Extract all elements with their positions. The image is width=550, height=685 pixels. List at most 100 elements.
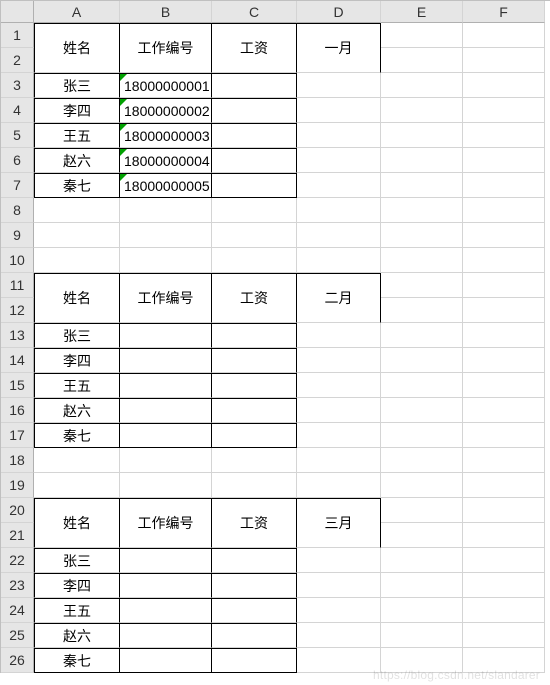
cell-D19[interactable] — [297, 473, 381, 498]
cell-E25[interactable] — [381, 623, 463, 648]
cell-F24[interactable] — [463, 598, 545, 623]
row-header-8[interactable]: 8 — [1, 198, 34, 223]
cell-A1[interactable]: 姓名 — [34, 23, 120, 73]
cell-F13[interactable] — [463, 323, 545, 348]
cell-C23[interactable] — [212, 573, 297, 598]
cell-A19[interactable] — [34, 473, 120, 498]
row-header-19[interactable]: 19 — [1, 473, 34, 498]
cell-F18[interactable] — [463, 448, 545, 473]
cell-D17[interactable] — [297, 423, 381, 448]
cell-C1[interactable]: 工资 — [212, 23, 297, 73]
cell-B19[interactable] — [120, 473, 212, 498]
cell-C11[interactable]: 工资 — [212, 273, 297, 323]
cell-D6[interactable] — [297, 148, 381, 173]
cell-F22[interactable] — [463, 548, 545, 573]
cell-F19[interactable] — [463, 473, 545, 498]
cell-C20[interactable]: 工资 — [212, 498, 297, 548]
cell-E11[interactable] — [381, 273, 463, 298]
cell-C19[interactable] — [212, 473, 297, 498]
cell-D20[interactable]: 三月 — [297, 498, 381, 548]
cell-B14[interactable] — [120, 348, 212, 373]
row-header-16[interactable]: 16 — [1, 398, 34, 423]
cell-F25[interactable] — [463, 623, 545, 648]
col-header-D[interactable]: D — [297, 1, 381, 23]
row-header-17[interactable]: 17 — [1, 423, 34, 448]
cell-D23[interactable] — [297, 573, 381, 598]
cell-F10[interactable] — [463, 248, 545, 273]
cell-E8[interactable] — [381, 198, 463, 223]
cell-D4[interactable] — [297, 98, 381, 123]
cell-C8[interactable] — [212, 198, 297, 223]
cell-C14[interactable] — [212, 348, 297, 373]
cell-D1[interactable]: 一月 — [297, 23, 381, 73]
cell-F2[interactable] — [463, 48, 545, 73]
cell-F21[interactable] — [463, 523, 545, 548]
cell-E14[interactable] — [381, 348, 463, 373]
spreadsheet-grid[interactable]: A B C D E F 1 姓名 工作编号 工资 一月 2 3 张三 18000… — [0, 0, 550, 673]
cell-A3[interactable]: 张三 — [34, 73, 120, 98]
cell-C17[interactable] — [212, 423, 297, 448]
cell-B18[interactable] — [120, 448, 212, 473]
cell-E3[interactable] — [381, 73, 463, 98]
cell-B7[interactable]: 18000000005 — [120, 173, 212, 198]
cell-F14[interactable] — [463, 348, 545, 373]
cell-A5[interactable]: 王五 — [34, 123, 120, 148]
row-header-7[interactable]: 7 — [1, 173, 34, 198]
row-header-6[interactable]: 6 — [1, 148, 34, 173]
row-header-5[interactable]: 5 — [1, 123, 34, 148]
cell-E15[interactable] — [381, 373, 463, 398]
cell-B13[interactable] — [120, 323, 212, 348]
col-header-E[interactable]: E — [381, 1, 463, 23]
cell-B11[interactable]: 工作编号 — [120, 273, 212, 323]
cell-F17[interactable] — [463, 423, 545, 448]
cell-E17[interactable] — [381, 423, 463, 448]
cell-B23[interactable] — [120, 573, 212, 598]
cell-D5[interactable] — [297, 123, 381, 148]
row-header-1[interactable]: 1 — [1, 23, 34, 48]
cell-F15[interactable] — [463, 373, 545, 398]
cell-A26[interactable]: 秦七 — [34, 648, 120, 673]
cell-B3[interactable]: 18000000001 — [120, 73, 212, 98]
cell-D25[interactable] — [297, 623, 381, 648]
cell-A10[interactable] — [34, 248, 120, 273]
cell-D7[interactable] — [297, 173, 381, 198]
cell-B26[interactable] — [120, 648, 212, 673]
cell-F7[interactable] — [463, 173, 545, 198]
cell-B22[interactable] — [120, 548, 212, 573]
cell-A11[interactable]: 姓名 — [34, 273, 120, 323]
cell-A18[interactable] — [34, 448, 120, 473]
cell-A20[interactable]: 姓名 — [34, 498, 120, 548]
cell-E24[interactable] — [381, 598, 463, 623]
cell-E6[interactable] — [381, 148, 463, 173]
cell-B9[interactable] — [120, 223, 212, 248]
row-header-3[interactable]: 3 — [1, 73, 34, 98]
cell-E9[interactable] — [381, 223, 463, 248]
cell-E5[interactable] — [381, 123, 463, 148]
cell-A17[interactable]: 秦七 — [34, 423, 120, 448]
cell-B8[interactable] — [120, 198, 212, 223]
cell-A8[interactable] — [34, 198, 120, 223]
cell-F1[interactable] — [463, 23, 545, 48]
cell-F5[interactable] — [463, 123, 545, 148]
cell-A6[interactable]: 赵六 — [34, 148, 120, 173]
row-header-4[interactable]: 4 — [1, 98, 34, 123]
cell-D15[interactable] — [297, 373, 381, 398]
cell-B16[interactable] — [120, 398, 212, 423]
cell-D22[interactable] — [297, 548, 381, 573]
cell-B25[interactable] — [120, 623, 212, 648]
cell-E22[interactable] — [381, 548, 463, 573]
cell-C3[interactable] — [212, 73, 297, 98]
cell-C18[interactable] — [212, 448, 297, 473]
cell-A22[interactable]: 张三 — [34, 548, 120, 573]
row-header-11[interactable]: 11 — [1, 273, 34, 298]
cell-A23[interactable]: 李四 — [34, 573, 120, 598]
cell-D9[interactable] — [297, 223, 381, 248]
cell-B17[interactable] — [120, 423, 212, 448]
cell-D18[interactable] — [297, 448, 381, 473]
cell-C26[interactable] — [212, 648, 297, 673]
cell-C24[interactable] — [212, 598, 297, 623]
cell-D8[interactable] — [297, 198, 381, 223]
cell-D26[interactable] — [297, 648, 381, 673]
row-header-18[interactable]: 18 — [1, 448, 34, 473]
cell-F16[interactable] — [463, 398, 545, 423]
